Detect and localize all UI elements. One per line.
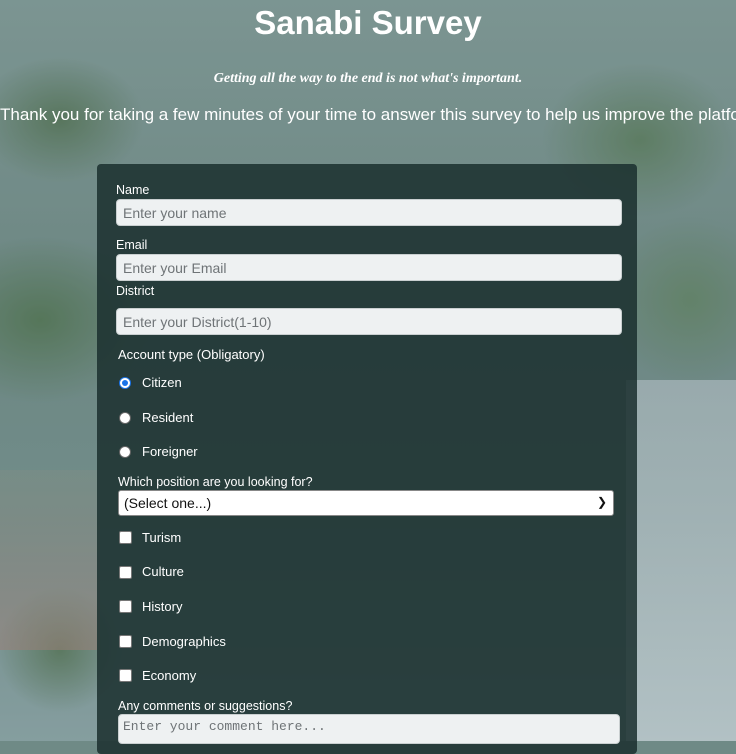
radio-foreigner[interactable] <box>119 446 131 458</box>
name-input[interactable] <box>116 199 622 226</box>
email-label: Email <box>116 238 148 252</box>
checkbox-history[interactable] <box>119 600 132 613</box>
radio-citizen-label: Citizen <box>142 375 182 390</box>
radio-resident-label: Resident <box>142 410 194 425</box>
checkbox-economy-label: Economy <box>142 668 197 683</box>
comments-label: Any comments or suggestions? <box>118 699 293 713</box>
background-playground <box>0 470 100 650</box>
name-label: Name <box>116 183 150 197</box>
checkbox-turism[interactable] <box>119 531 132 544</box>
checkbox-culture[interactable] <box>119 566 132 579</box>
radio-resident[interactable] <box>119 412 131 424</box>
position-label: Which position are you looking for? <box>118 475 313 489</box>
chevron-down-icon: ❯ <box>596 495 607 509</box>
radio-foreigner-label: Foreigner <box>142 444 198 459</box>
comments-textarea[interactable] <box>118 714 620 744</box>
intro-text: Thank you for taking a few minutes of yo… <box>0 105 736 124</box>
checkbox-demographics-label: Demographics <box>142 634 226 649</box>
survey-form <box>97 164 637 754</box>
tagline: Getting all the way to the end is not wh… <box>213 71 523 86</box>
position-select-value: (Select one...) <box>124 495 212 511</box>
checkbox-history-label: History <box>142 599 183 614</box>
district-input[interactable] <box>116 308 622 335</box>
district-label: District <box>116 284 155 298</box>
checkbox-economy[interactable] <box>119 669 132 682</box>
checkbox-demographics[interactable] <box>119 635 132 648</box>
background-building <box>626 380 736 741</box>
checkbox-culture-label: Culture <box>142 564 184 579</box>
page-title: Sanabi Survey <box>254 4 482 41</box>
checkbox-turism-label: Turism <box>142 530 182 545</box>
email-input[interactable] <box>116 254 622 281</box>
account-type-label: Account type (Obligatory) <box>118 347 265 362</box>
radio-citizen[interactable] <box>119 377 131 389</box>
position-select[interactable]: (Select one...) ❯ <box>118 490 614 516</box>
